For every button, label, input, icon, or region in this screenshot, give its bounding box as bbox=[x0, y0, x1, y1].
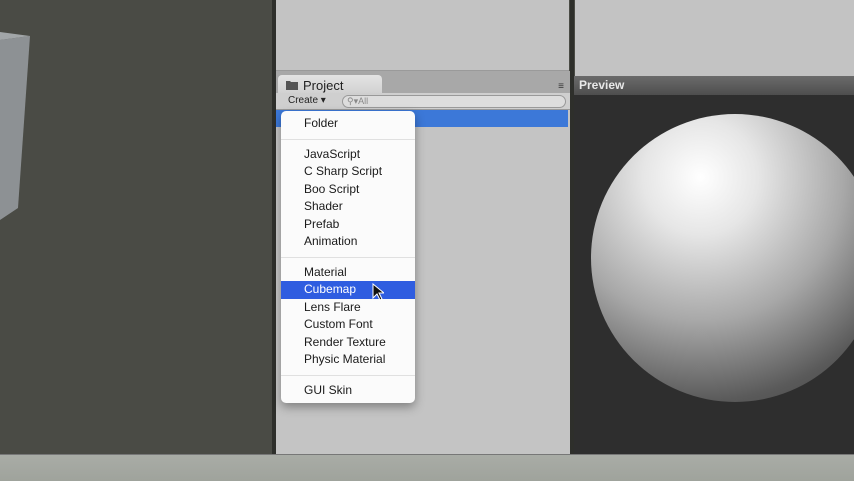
menu-item-render-texture[interactable]: Render Texture bbox=[281, 334, 415, 352]
menu-item-animation[interactable]: Animation bbox=[281, 233, 415, 251]
search-input[interactable]: ⚲▾All bbox=[342, 95, 566, 108]
inspector-panel bbox=[575, 0, 854, 76]
menu-item-physic-material[interactable]: Physic Material bbox=[281, 351, 415, 369]
create-button[interactable]: Create ▾ bbox=[288, 95, 326, 106]
folder-icon bbox=[286, 81, 298, 90]
menu-item-prefab[interactable]: Prefab bbox=[281, 216, 415, 234]
preview-title: Preview bbox=[574, 76, 854, 95]
tab-label: Project bbox=[303, 77, 344, 93]
search-placeholder: All bbox=[358, 96, 369, 106]
menu-item-c-sharp-script[interactable]: C Sharp Script bbox=[281, 163, 415, 181]
menu-item-custom-font[interactable]: Custom Font bbox=[281, 316, 415, 334]
cube-object bbox=[0, 32, 30, 220]
status-bar bbox=[0, 454, 854, 481]
menu-item-boo-script[interactable]: Boo Script bbox=[281, 181, 415, 199]
project-toolbar: Create ▾ ⚲▾All bbox=[276, 93, 570, 110]
menu-separator bbox=[281, 138, 415, 140]
scene-view[interactable] bbox=[0, 0, 272, 454]
menu-separator bbox=[281, 374, 415, 376]
hierarchy-panel bbox=[276, 0, 569, 71]
search-icon: ⚲▾ bbox=[347, 96, 359, 106]
menu-item-shader[interactable]: Shader bbox=[281, 198, 415, 216]
menu-item-gui-skin[interactable]: GUI Skin bbox=[281, 382, 415, 400]
menu-item-material[interactable]: Material bbox=[281, 264, 415, 282]
preview-panel: Preview bbox=[574, 76, 854, 454]
menu-separator bbox=[281, 256, 415, 258]
mouse-cursor-icon bbox=[372, 283, 384, 301]
create-menu: Folder JavaScript C Sharp Script Boo Script… bbox=[281, 111, 415, 403]
preview-sphere[interactable] bbox=[591, 114, 854, 402]
tab-project[interactable]: Project bbox=[278, 75, 382, 95]
menu-item-cubemap[interactable]: Cubemap bbox=[281, 281, 415, 299]
panel-menu-icon[interactable]: ≡ bbox=[558, 81, 564, 92]
menu-item-lens-flare[interactable]: Lens Flare bbox=[281, 299, 415, 317]
menu-item-javascript[interactable]: JavaScript bbox=[281, 146, 415, 164]
menu-item-folder[interactable]: Folder bbox=[281, 115, 415, 133]
